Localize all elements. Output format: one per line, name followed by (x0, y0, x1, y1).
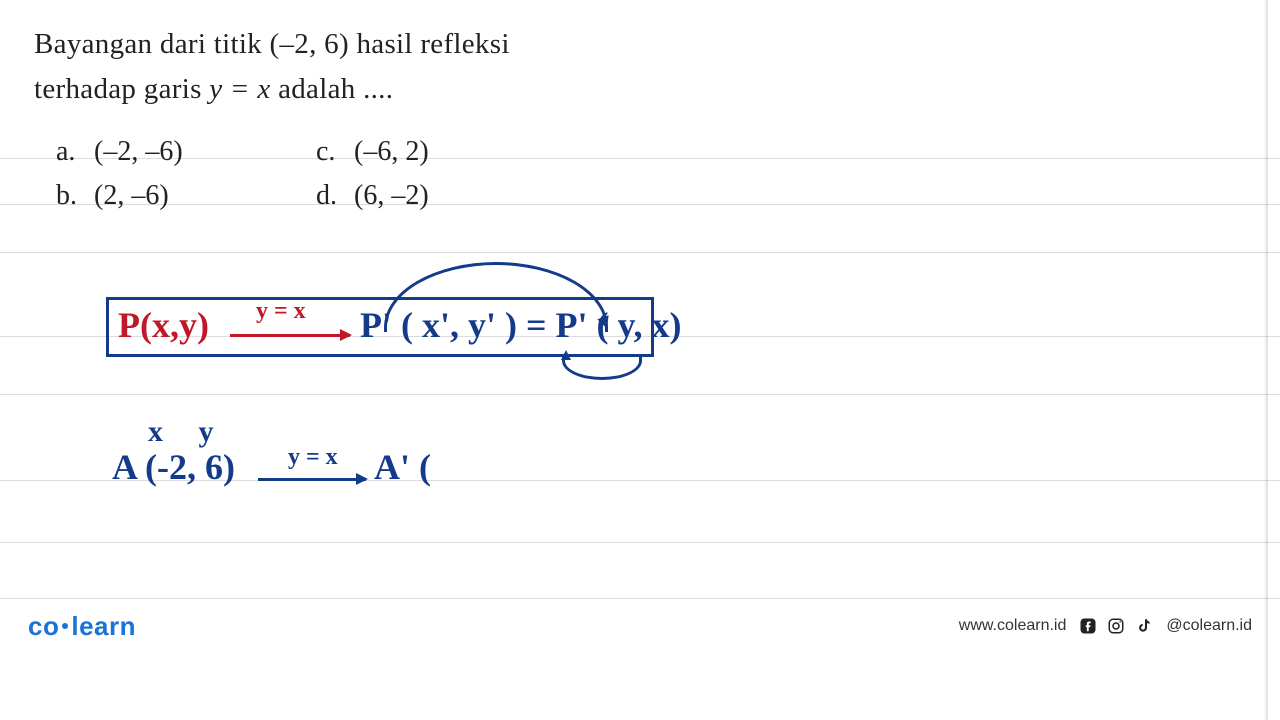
work-point-a: A (-2, 6) (112, 446, 235, 488)
work-condition: y = x (288, 444, 338, 471)
social-icons (1078, 616, 1154, 636)
question-part: terhadap garis (34, 73, 209, 105)
arrow-icon (230, 334, 350, 337)
page-shadow (1264, 0, 1268, 720)
formula-pxy: P(x,y) (118, 304, 209, 346)
question-part: Bayangan dari titik ( (34, 28, 279, 60)
answer-options: a. (–2, –6) c. (–6, 2) b. (2, –6) d. (6,… (56, 136, 576, 224)
option-value: (–6, 2) (354, 136, 429, 168)
option-c[interactable]: c. (–6, 2) (316, 136, 576, 168)
question-equation: y = x (209, 73, 270, 105)
instagram-icon[interactable] (1106, 616, 1126, 636)
footer-url: www.colearn.id (959, 617, 1067, 635)
option-label: b. (56, 180, 94, 212)
question-text: Bayangan dari titik (–2, 6) hasil reflek… (34, 22, 654, 112)
page: Bayangan dari titik (–2, 6) hasil reflek… (0, 0, 1280, 720)
brand-dot-icon (62, 623, 68, 629)
option-label: d. (316, 180, 354, 212)
option-value: (2, –6) (94, 180, 169, 212)
xy-label: x y (148, 415, 228, 449)
brand-part: co (28, 611, 59, 641)
option-b[interactable]: b. (2, –6) (56, 180, 316, 212)
option-value: (6, –2) (354, 180, 429, 212)
question-part: ) hasil refleksi (339, 28, 510, 60)
option-value: (–2, –6) (94, 136, 183, 168)
work-point-aprime: A' ( (374, 446, 431, 488)
swap-arrow-bottom (562, 356, 642, 380)
question-point: –2, 6 (279, 28, 339, 60)
option-d[interactable]: d. (6, –2) (316, 180, 576, 212)
footer-handle: @colearn.id (1166, 617, 1252, 635)
question-part: adalah .... (271, 73, 394, 105)
footer: colearn www.colearn.id @colearn.id (0, 604, 1280, 648)
tiktok-icon[interactable] (1134, 616, 1154, 636)
option-label: a. (56, 136, 94, 168)
brand-logo: colearn (28, 611, 136, 642)
brand-part: learn (71, 611, 136, 641)
formula-pprime: P' ( x', y' ) = P' ( y, x) (360, 304, 681, 346)
option-label: c. (316, 136, 354, 168)
arrow-icon (258, 478, 366, 481)
formula-condition: y = x (256, 298, 306, 325)
option-a[interactable]: a. (–2, –6) (56, 136, 316, 168)
facebook-icon[interactable] (1078, 616, 1098, 636)
